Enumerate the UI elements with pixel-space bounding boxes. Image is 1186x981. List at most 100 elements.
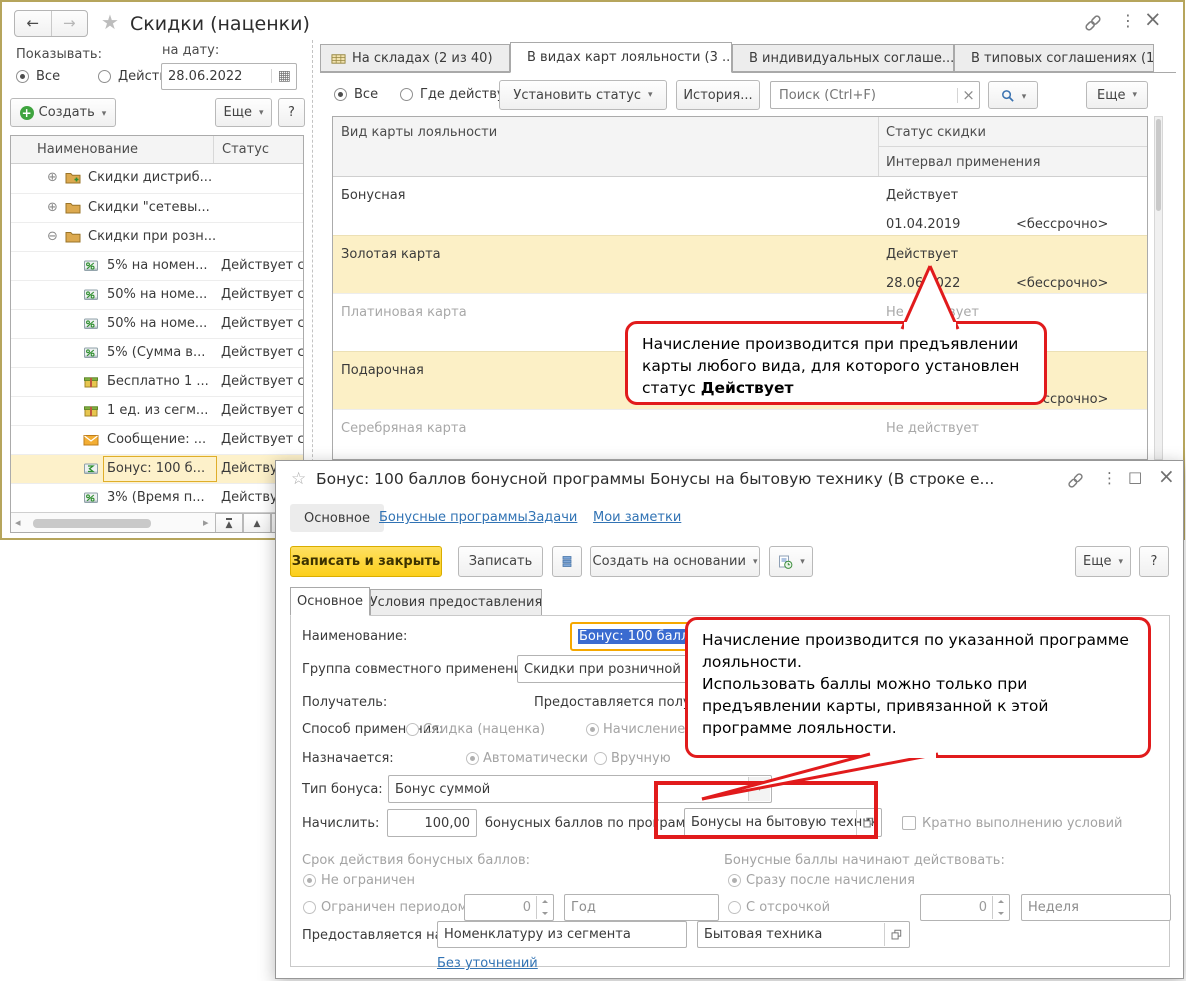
v-scrollbar[interactable] (1154, 116, 1163, 460)
radio-immediately[interactable] (728, 874, 741, 887)
envelope-icon (83, 432, 99, 448)
nav-bonus-programs[interactable]: Бонусные программы (379, 510, 528, 525)
radio-all-cards[interactable] (334, 88, 347, 101)
save-close-button[interactable]: Записать и закрыть (290, 546, 442, 577)
back-button[interactable] (15, 11, 52, 36)
table-row[interactable]: Бесплатно 1 ... Действует с ог (11, 367, 303, 396)
report-button[interactable] (769, 546, 813, 577)
radio-where-active[interactable] (400, 88, 413, 101)
table-row[interactable]: 5% на номен... Действует с ог (11, 251, 303, 280)
search-button[interactable] (988, 81, 1038, 109)
radio-deferred[interactable] (728, 901, 741, 914)
link-icon[interactable] (1067, 472, 1084, 489)
tab-standard-agreements[interactable]: В типовых соглашениях (1 ... (954, 44, 1154, 72)
radio-unlimited[interactable] (303, 874, 316, 887)
nav-my-notes[interactable]: Мои заметки (593, 510, 681, 525)
table-row[interactable]: Скидки "сетевы... (11, 193, 303, 222)
tab-conditions[interactable]: Условия предоставления (370, 589, 542, 616)
nav-tasks[interactable]: Задачи (528, 510, 577, 525)
h-scrollbar-thumb[interactable] (33, 519, 151, 528)
col-status[interactable]: Статус (213, 136, 303, 163)
maximize-icon[interactable] (1128, 470, 1142, 485)
spinner-arrows[interactable] (992, 896, 1008, 919)
scroll-right-icon[interactable] (203, 517, 209, 528)
tab-loyalty-cards[interactable]: В видах карт лояльности (3 ... (510, 42, 732, 73)
kebab-menu-icon[interactable] (1102, 471, 1117, 486)
date-input[interactable]: 28.06.2022 (161, 63, 297, 90)
save-button[interactable]: Записать (458, 546, 543, 577)
dialog-help-button[interactable]: ? (1139, 546, 1169, 577)
loyalty-row[interactable]: Бонусная Действует 01.04.2019 <бессрочно… (333, 177, 1147, 235)
dialog-more-button[interactable]: Еще (1075, 546, 1131, 577)
loyalty-row-inactive[interactable]: Серебряная карта Не действует (333, 409, 1147, 460)
spinner-arrows[interactable] (536, 896, 552, 919)
multiple-checkbox[interactable] (902, 816, 916, 830)
period-value-spinner[interactable]: 0 (464, 894, 554, 921)
table-row[interactable]: 3% (Время п... Действует (11, 483, 303, 512)
delay-unit-input[interactable]: Неделя (1021, 894, 1171, 921)
scroll-left-icon[interactable] (15, 517, 21, 528)
table-row[interactable]: 1 ед. из сегм... Действует с ог (11, 396, 303, 425)
more-button[interactable]: Еще (215, 98, 272, 127)
table-row[interactable]: 5% (Сумма в... Действует с ог (11, 338, 303, 367)
period-unit-input[interactable]: Год (564, 894, 719, 921)
table-row[interactable]: 50% на номе... Действует с ог (11, 309, 303, 338)
forward-button[interactable] (52, 11, 88, 36)
move-up-button[interactable] (243, 513, 271, 533)
tab-main[interactable]: Основное (290, 587, 370, 616)
help-button[interactable]: ? (278, 98, 305, 127)
history-button[interactable]: История... (676, 80, 760, 110)
register-records-button[interactable] (552, 546, 582, 577)
calendar-icon[interactable] (271, 69, 291, 83)
radio-all[interactable] (16, 70, 29, 83)
nav-main[interactable]: Основное (290, 504, 384, 532)
link-icon[interactable] (1084, 14, 1102, 32)
tab-individual-agreements[interactable]: В индивидуальных соглаше... (732, 44, 954, 72)
search-field[interactable] (770, 81, 980, 109)
provided-kind-combo[interactable]: Номенклатуру из сегмента (437, 921, 687, 948)
set-status-button[interactable]: Установить статус (499, 80, 667, 110)
provided-value-input[interactable]: Бытовая техника (697, 921, 910, 948)
tab-warehouses[interactable]: На складах (2 из 40) (320, 44, 510, 72)
table-row[interactable]: 50% на номе... Действует с ог (11, 280, 303, 309)
radio-deferred-label: С отсрочкой (746, 900, 830, 915)
table-row-selected[interactable]: Бонус: 100 б... Действует (11, 454, 303, 483)
favorite-star-icon[interactable] (291, 471, 306, 488)
col-status[interactable]: Статус скидки (886, 125, 986, 140)
date-label: на дату: (162, 43, 219, 58)
close-icon[interactable] (1158, 466, 1175, 486)
col-name[interactable]: Наименование (11, 142, 213, 157)
delay-value-spinner[interactable]: 0 (920, 894, 1010, 921)
radio-bonus-accrual[interactable] (586, 723, 599, 736)
radio-automatic[interactable] (466, 752, 479, 765)
clear-search-icon[interactable] (957, 88, 979, 103)
start-label: Бонусные баллы начинают действовать: (724, 853, 1005, 868)
create-based-on-button[interactable]: Создать на основании (590, 546, 760, 577)
loyalty-more-button[interactable]: Еще (1086, 81, 1148, 109)
radio-active[interactable] (98, 70, 111, 83)
expand-icon[interactable] (47, 171, 58, 184)
col-card-type[interactable]: Вид карты лояльности (341, 125, 497, 140)
bonus-program-input[interactable]: Бонусы на бытовую техник (684, 808, 882, 837)
open-button[interactable] (856, 810, 880, 835)
accrue-amount-input[interactable]: 100,00 (387, 809, 477, 837)
favorite-star-icon[interactable] (101, 12, 119, 32)
table-row[interactable]: Сообщение: ... Действует с ог (11, 425, 303, 454)
table-row[interactable]: Скидки дистриб... (11, 164, 303, 193)
no-details-link[interactable]: Без уточнений (437, 956, 538, 971)
radio-limited-period[interactable] (303, 901, 316, 914)
radio-discount[interactable] (406, 723, 419, 736)
col-interval[interactable]: Интервал применения (886, 155, 1040, 170)
v-scrollbar-thumb[interactable] (1156, 119, 1161, 211)
search-input[interactable] (771, 88, 957, 103)
expand-icon[interactable] (47, 201, 58, 214)
table-row[interactable]: Скидки при розн... (11, 222, 303, 251)
collapse-icon[interactable] (47, 230, 58, 243)
close-icon[interactable] (1144, 9, 1162, 30)
open-button[interactable] (884, 923, 908, 946)
create-button[interactable]: + Создать (10, 98, 116, 127)
kebab-menu-icon[interactable] (1120, 13, 1136, 29)
move-top-button[interactable] (215, 513, 243, 533)
radio-manual[interactable] (594, 752, 607, 765)
loyalty-row-highlighted[interactable]: Золотая карта Действует 28.06.2022 <бесс… (333, 235, 1147, 293)
